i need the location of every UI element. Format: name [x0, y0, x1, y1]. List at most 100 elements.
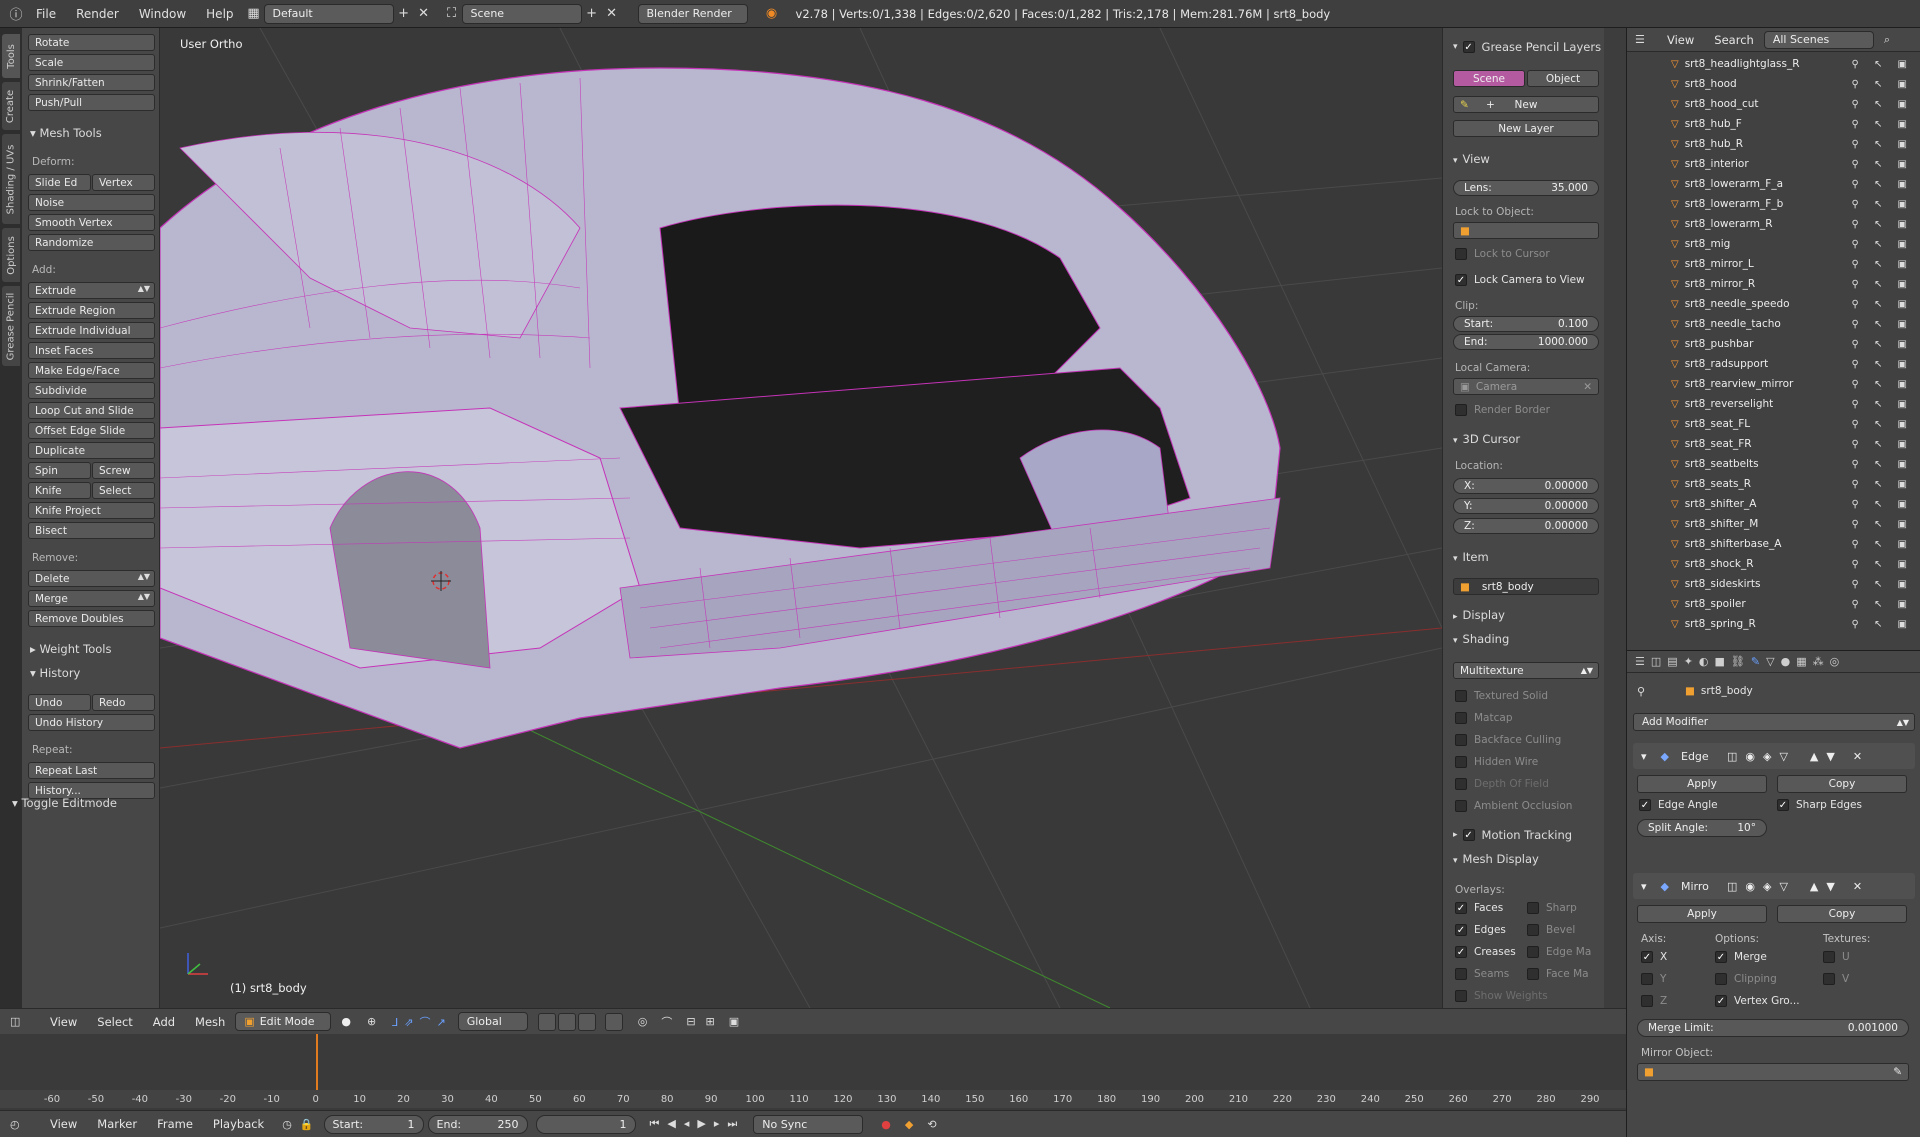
- object-tab-icon[interactable]: ■: [1715, 655, 1731, 668]
- overlay-sharp-checkbox[interactable]: Sharp: [1527, 902, 1577, 914]
- history-header[interactable]: ▾ History: [30, 666, 80, 680]
- properties-editor-icon[interactable]: ☰: [1635, 655, 1651, 668]
- textured-solid-checkbox[interactable]: Textured Solid: [1455, 690, 1548, 702]
- current-frame-field[interactable]: 1: [535, 1114, 636, 1134]
- outliner-item[interactable]: ▽ srt8_reverselight ⚲ ↖ ▣: [1627, 394, 1920, 414]
- visibility-icons[interactable]: ⚲ ↖ ▣: [1851, 79, 1913, 90]
- visibility-icons[interactable]: ⚲ ↖ ▣: [1851, 419, 1913, 430]
- mesh-tools-header[interactable]: ▾ Mesh Tools: [30, 126, 102, 140]
- keying-set-icon[interactable]: ◆: [905, 1118, 913, 1131]
- select-menu[interactable]: Select: [87, 1015, 142, 1029]
- add-modifier-select[interactable]: Add Modifier ▲▼: [1633, 713, 1915, 731]
- visibility-icons[interactable]: ⚲ ↖ ▣: [1851, 379, 1913, 390]
- outliner-item[interactable]: ▽ srt8_mirror_L ⚲ ↖ ▣: [1627, 254, 1920, 274]
- delete-button[interactable]: Delete ▲▼: [28, 570, 155, 587]
- end-frame-field[interactable]: End: 250: [427, 1114, 528, 1134]
- outliner-item[interactable]: ▽ srt8_interior ⚲ ↖ ▣: [1627, 154, 1920, 174]
- axis-y-checkbox[interactable]: Y: [1641, 973, 1666, 985]
- mode-select[interactable]: ▣ Edit Mode: [235, 1012, 332, 1031]
- render-border-checkbox[interactable]: Render Border: [1455, 404, 1550, 416]
- texture-v-checkbox[interactable]: V: [1823, 973, 1849, 985]
- scene-select[interactable]: Scene: [461, 3, 582, 24]
- visibility-icons[interactable]: ⚲ ↖ ▣: [1851, 359, 1913, 370]
- visibility-icons[interactable]: ⚲ ↖ ▣: [1851, 339, 1913, 350]
- toggle-editmode-header[interactable]: ▾ Toggle Editmode: [12, 796, 117, 810]
- depth-of-field-checkbox[interactable]: Depth Of Field: [1455, 778, 1549, 790]
- texture-u-checkbox[interactable]: U: [1823, 951, 1850, 963]
- viewport-shading-icon[interactable]: ●: [341, 1015, 351, 1028]
- collapse-icon[interactable]: ▾: [1641, 750, 1647, 763]
- lock-icon[interactable]: 🔒: [300, 1118, 314, 1131]
- visibility-icons[interactable]: ⚲ ↖ ▣: [1851, 619, 1913, 630]
- overlay-faces-checkbox[interactable]: ✓ Faces: [1455, 902, 1503, 914]
- tab-grease-pencil[interactable]: Grease Pencil: [2, 286, 20, 366]
- render-toggle-icon[interactable]: ◫◉◈▽: [1727, 750, 1796, 763]
- make-edge-face-button[interactable]: Make Edge/Face: [28, 362, 155, 379]
- display-header[interactable]: ▸ Display: [1453, 608, 1505, 622]
- slide-edge-button[interactable]: Slide Ed: [28, 174, 91, 191]
- outliner-item[interactable]: ▽ srt8_hub_F ⚲ ↖ ▣: [1627, 114, 1920, 134]
- vertex-groups-checkbox[interactable]: ✓ Vertex Gro...: [1715, 995, 1800, 1007]
- outliner-editor-icon[interactable]: ☰: [1635, 33, 1657, 46]
- visibility-icons[interactable]: ⚲ ↖ ▣: [1851, 199, 1913, 210]
- visibility-icons[interactable]: ⚲ ↖ ▣: [1851, 219, 1913, 230]
- outliner-item[interactable]: ▽ srt8_seatbelts ⚲ ↖ ▣: [1627, 454, 1920, 474]
- playback-menu[interactable]: Playback: [203, 1117, 274, 1131]
- 3d-cursor-header[interactable]: ▾ 3D Cursor: [1453, 432, 1520, 446]
- info-editor-icon[interactable]: ⓘ: [6, 4, 26, 24]
- overlay-edge-marks-checkbox[interactable]: Edge Ma: [1527, 946, 1591, 958]
- lock-camera-checkbox[interactable]: ✓ Lock Camera to View: [1455, 274, 1585, 286]
- outliner-item[interactable]: ▽ srt8_rearview_mirror ⚲ ↖ ▣: [1627, 374, 1920, 394]
- edge-angle-checkbox[interactable]: ✓ Edge Angle: [1639, 799, 1718, 811]
- mesh-display-header[interactable]: ▾ Mesh Display: [1453, 852, 1539, 866]
- visibility-icons[interactable]: ⚲ ↖ ▣: [1851, 399, 1913, 410]
- timeline-view-menu[interactable]: View: [40, 1117, 87, 1131]
- face-select-icon[interactable]: [577, 1012, 596, 1031]
- visibility-icons[interactable]: ⚲ ↖ ▣: [1851, 139, 1913, 150]
- overlay-edges-checkbox[interactable]: ✓ Edges: [1455, 924, 1506, 936]
- tab-shading-uvs[interactable]: Shading / UVs: [2, 134, 20, 224]
- move-down-icon[interactable]: ▼: [1826, 750, 1834, 763]
- render-tab-icon[interactable]: ◫: [1651, 655, 1667, 668]
- new-layer-button[interactable]: New Layer: [1453, 120, 1599, 137]
- add-scene-icon[interactable]: +: [582, 4, 602, 24]
- pin-icon[interactable]: ⚲: [1637, 685, 1645, 698]
- outliner-item[interactable]: ▽ srt8_shock_R ⚲ ↖ ▣: [1627, 554, 1920, 574]
- visibility-icons[interactable]: ⚲ ↖ ▣: [1851, 479, 1913, 490]
- keyframe-icon[interactable]: ⟲: [927, 1118, 936, 1131]
- outliner-item[interactable]: ▽ srt8_shifter_A ⚲ ↖ ▣: [1627, 494, 1920, 514]
- noise-button[interactable]: Noise: [28, 194, 155, 211]
- subdivide-button[interactable]: Subdivide: [28, 382, 155, 399]
- weight-tools-header[interactable]: ▸ Weight Tools: [30, 642, 112, 656]
- randomize-button[interactable]: Randomize: [28, 234, 155, 251]
- collapse-icon[interactable]: ▾: [1641, 880, 1647, 893]
- edge-copy-button[interactable]: Copy: [1777, 775, 1907, 793]
- vertex-select-icon[interactable]: [537, 1012, 556, 1031]
- visibility-icons[interactable]: ⚲ ↖ ▣: [1851, 319, 1913, 330]
- outliner-item[interactable]: ▽ srt8_mirror_R ⚲ ↖ ▣: [1627, 274, 1920, 294]
- outliner-item[interactable]: ▽ srt8_seat_FL ⚲ ↖ ▣: [1627, 414, 1920, 434]
- physics-tab-icon[interactable]: ◎: [1830, 655, 1846, 668]
- screw-button[interactable]: Screw: [92, 462, 155, 479]
- limit-selection-icon[interactable]: [604, 1012, 623, 1031]
- visibility-icons[interactable]: ⚲ ↖ ▣: [1851, 499, 1913, 510]
- move-down-icon[interactable]: ▼: [1826, 880, 1834, 893]
- scene-icon[interactable]: ⛶: [442, 4, 462, 24]
- layout-icon[interactable]: ▦: [244, 4, 264, 24]
- close-icon[interactable]: ✕: [1583, 381, 1592, 393]
- layout-select[interactable]: Default: [263, 3, 394, 24]
- gp-scene-tab[interactable]: Scene: [1453, 70, 1525, 87]
- ambient-occlusion-checkbox[interactable]: Ambient Occlusion: [1455, 800, 1572, 812]
- menu-file[interactable]: File: [26, 7, 66, 21]
- cursor-x-field[interactable]: X: 0.00000: [1453, 478, 1599, 494]
- falloff-icon[interactable]: ⌒: [661, 1014, 672, 1030]
- visibility-icons[interactable]: ⚲ ↖ ▣: [1851, 59, 1913, 70]
- local-camera-field[interactable]: ▣ Camera ✕: [1453, 378, 1599, 395]
- playback-controls[interactable]: ⏮◀◂▶▸⏭: [650, 1117, 746, 1131]
- redo-button[interactable]: Redo: [92, 694, 155, 711]
- push-pull-button[interactable]: Push/Pull: [28, 94, 155, 111]
- 3d-view-editor-icon[interactable]: ◫: [10, 1015, 40, 1028]
- visibility-icons[interactable]: ⚲ ↖ ▣: [1851, 99, 1913, 110]
- car-mesh[interactable]: [160, 67, 1281, 749]
- outliner-item[interactable]: ▽ srt8_hood_cut ⚲ ↖ ▣: [1627, 94, 1920, 114]
